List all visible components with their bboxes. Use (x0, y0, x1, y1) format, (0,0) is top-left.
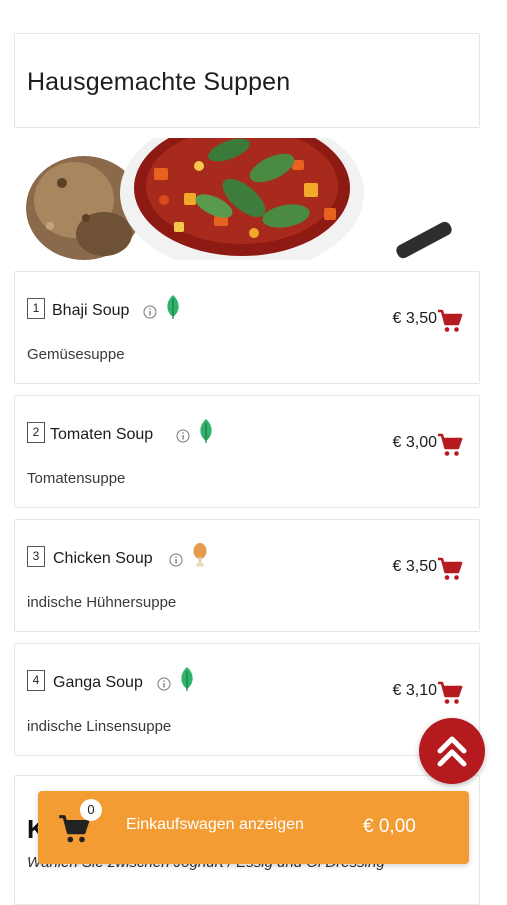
item-price: € 3,10 (392, 682, 437, 699)
category-header-card: Hausgemachte Suppen (14, 33, 480, 128)
info-icon[interactable] (157, 677, 171, 691)
item-name: Tomaten Soup (50, 426, 154, 443)
item-number: 1 (27, 298, 45, 319)
item-number: 3 (27, 546, 45, 567)
item-description: indische Hühnersuppe (27, 594, 177, 611)
scroll-to-top-button[interactable] (419, 718, 485, 784)
item-description: Tomatensuppe (27, 470, 126, 487)
item-description: Gemüsesuppe (27, 346, 125, 363)
add-to-cart-icon[interactable] (437, 432, 463, 458)
cart-total: € 0,00 (363, 816, 416, 837)
add-to-cart-icon[interactable] (437, 556, 463, 582)
double-chevron-up-icon (437, 736, 467, 767)
info-icon[interactable] (176, 429, 190, 443)
item-name: Chicken Soup (53, 550, 153, 567)
item-number: 4 (27, 670, 45, 691)
leaf-icon (167, 295, 179, 319)
item-price: € 3,50 (392, 310, 437, 327)
menu-page: Hausgemachte Suppen 1 Bhaji Soup € 3,50 … (0, 0, 507, 905)
leaf-icon (200, 419, 212, 443)
item-description: indische Linsensuppe (27, 718, 172, 735)
item-price: € 3,00 (392, 434, 437, 451)
view-cart-button[interactable]: 0 Einkaufswagen anzeigen € 0,00 (38, 791, 469, 864)
leaf-icon (181, 667, 193, 691)
add-to-cart-icon[interactable] (437, 308, 463, 334)
drumstick-icon (193, 543, 207, 567)
item-price: € 3,50 (392, 558, 437, 575)
view-cart-label: Einkaufswagen anzeigen (126, 816, 304, 833)
item-number: 2 (27, 422, 45, 443)
menu-item-card[interactable]: 1 Bhaji Soup € 3,50 Gemüsesuppe (14, 271, 480, 384)
menu-item-card[interactable]: 2 Tomaten Soup € 3,00 Tomatensuppe (14, 395, 480, 508)
item-name: Bhaji Soup (52, 302, 130, 319)
menu-item-card[interactable]: 4 Ganga Soup € 3,10 indische Linsensuppe (14, 643, 480, 756)
category-banner-image (14, 138, 480, 260)
info-icon[interactable] (143, 305, 157, 319)
cart-count-badge: 0 (80, 799, 102, 821)
add-to-cart-icon[interactable] (437, 680, 463, 706)
item-name: Ganga Soup (53, 674, 143, 691)
info-icon[interactable] (169, 553, 183, 567)
menu-item-card[interactable]: 3 Chicken Soup € 3,50 indische Hühnersup… (14, 519, 480, 632)
category-title: Hausgemachte Suppen (27, 68, 291, 96)
